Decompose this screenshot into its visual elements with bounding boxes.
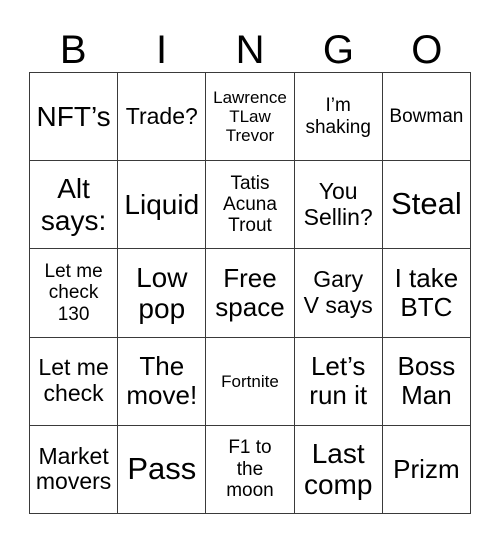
bingo-cell-label: Pass <box>127 451 197 487</box>
bingo-cell-label: NFT’s <box>36 100 111 132</box>
bingo-cell[interactable]: Last comp <box>294 425 383 514</box>
bingo-cell[interactable]: Gary V says <box>294 249 383 338</box>
bingo-cell[interactable]: Let’s run it <box>294 337 383 426</box>
bingo-header-letter-b: B <box>59 28 87 72</box>
bingo-cell-label: Lawrence TLaw Trevor <box>213 88 287 146</box>
bingo-cell[interactable]: I’m shaking <box>294 73 383 162</box>
bingo-cell-label: Free space <box>215 262 285 322</box>
bingo-cell-label: Fortnite <box>221 371 279 391</box>
bingo-header-letter-g: G <box>322 28 354 72</box>
bingo-header-letter-n: N <box>235 28 265 72</box>
bingo-cell-label: Gary V says <box>303 266 373 318</box>
bingo-cell[interactable]: Let me check <box>30 337 119 426</box>
bingo-cell[interactable]: F1 to the moon <box>206 425 295 514</box>
bingo-cell-label: Tatis Acuna Trout <box>223 172 277 237</box>
bingo-cell-label: Prizm <box>393 453 460 484</box>
bingo-cell[interactable]: Free space <box>206 249 295 338</box>
bingo-cell-label: Alt says: <box>40 173 107 236</box>
bingo-cell-label: Let me check <box>38 354 109 407</box>
bingo-cell[interactable]: Market movers <box>30 425 119 514</box>
bingo-grid: NFT’s Trade? Lawrence TLaw Trevor I’m shaki… <box>29 72 471 514</box>
bingo-cell-label: Liquid <box>124 189 200 221</box>
bingo-cell[interactable]: The move! <box>118 337 207 426</box>
bingo-header-letter-i: I <box>156 28 168 72</box>
bingo-cell[interactable]: I take BTC <box>382 249 471 338</box>
bingo-header-row: B I N G O <box>29 12 471 72</box>
bingo-header-letter-o: O <box>411 28 443 72</box>
bingo-cell[interactable]: Fortnite <box>206 337 295 426</box>
bingo-cell-label: Bowman <box>389 105 464 127</box>
bingo-cell-label: Boss Man <box>397 351 456 411</box>
bingo-cell-label: I take BTC <box>394 262 459 322</box>
bingo-cell-label: You Sellin? <box>303 178 373 230</box>
bingo-card: B I N G O NFT’s Trade? Lawrence TLaw Trevo… <box>29 12 471 514</box>
bingo-cell-label: The move! <box>126 351 198 411</box>
bingo-cell[interactable]: Prizm <box>382 425 471 514</box>
bingo-cell[interactable]: Bowman <box>382 73 471 162</box>
bingo-cell-label: F1 to the moon <box>226 437 274 502</box>
bingo-cell[interactable]: Steal <box>382 161 471 250</box>
bingo-cell[interactable]: NFT’s <box>30 73 119 162</box>
bingo-cell[interactable]: Liquid <box>118 161 207 250</box>
bingo-cell-label: Let’s run it <box>309 351 368 411</box>
bingo-cell[interactable]: Lawrence TLaw Trevor <box>206 73 295 162</box>
bingo-cell-label: I’m shaking <box>305 95 371 138</box>
bingo-cell-label: Let me check 130 <box>44 261 103 325</box>
bingo-cell[interactable]: Pass <box>118 425 207 514</box>
bingo-cell-label: Market movers <box>35 442 112 495</box>
bingo-cell-label: Steal <box>391 186 462 222</box>
bingo-cell-label: Last comp <box>303 438 373 501</box>
bingo-cell[interactable]: Low pop <box>118 249 207 338</box>
bingo-cell[interactable]: Boss Man <box>382 337 471 426</box>
bingo-cell[interactable]: Tatis Acuna Trout <box>206 161 295 250</box>
bingo-cell-label: Low pop <box>136 261 188 324</box>
bingo-cell[interactable]: Let me check 130 <box>30 249 119 338</box>
bingo-cell[interactable]: Trade? <box>118 73 207 162</box>
bingo-cell[interactable]: Alt says: <box>30 161 119 250</box>
bingo-cell-label: Trade? <box>125 102 198 129</box>
bingo-cell[interactable]: You Sellin? <box>294 161 383 250</box>
